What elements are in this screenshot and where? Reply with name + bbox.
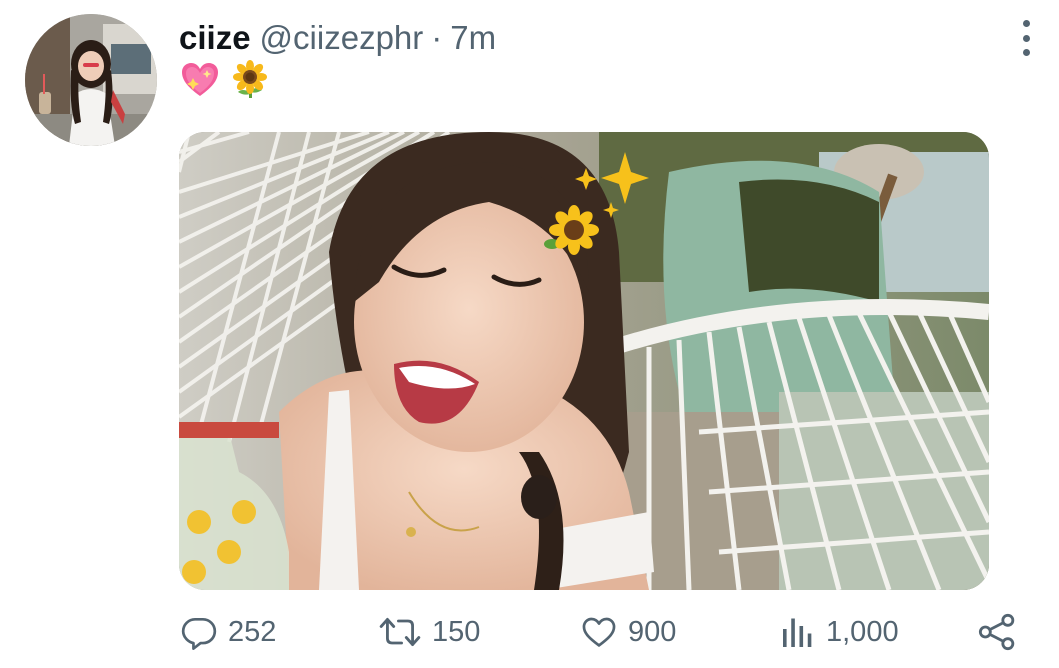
like-count: 900 <box>628 615 677 648</box>
like-button[interactable]: 900 <box>580 608 676 656</box>
share-button[interactable] <box>977 608 1017 656</box>
avatar-image <box>25 14 157 146</box>
reply-icon <box>181 617 217 650</box>
sparkling-heart-icon <box>182 63 218 96</box>
retweet-button[interactable]: 150 <box>378 608 480 656</box>
tweet-actions: 252 150 900 1,000 <box>0 608 1059 656</box>
tweet-photo[interactable] <box>179 132 989 590</box>
tweet-header: ciize @ciizezphr · 7m <box>179 18 496 58</box>
more-options-icon[interactable] <box>1015 20 1037 56</box>
photo-image <box>179 132 989 590</box>
display-name[interactable]: ciize <box>179 18 251 58</box>
views-count: 1,000 <box>826 615 899 648</box>
sunflower-icon <box>233 60 267 98</box>
timestamp[interactable]: 7m <box>450 18 496 58</box>
tweet[interactable]: ciize @ciizezphr · 7m 252 150 900 1,000 <box>0 0 1059 668</box>
retweet-count: 150 <box>432 615 481 648</box>
reply-button[interactable]: 252 <box>180 608 276 656</box>
heart-icon <box>582 617 616 647</box>
views-button[interactable]: 1,000 <box>780 608 899 656</box>
separator-dot: · <box>431 19 443 56</box>
retweet-icon <box>379 618 421 646</box>
reply-count: 252 <box>228 615 277 648</box>
tweet-text <box>180 60 270 100</box>
user-handle[interactable]: @ciizezphr <box>260 18 424 58</box>
avatar[interactable] <box>25 14 157 146</box>
share-icon <box>978 613 1015 651</box>
analytics-icon <box>783 618 812 647</box>
